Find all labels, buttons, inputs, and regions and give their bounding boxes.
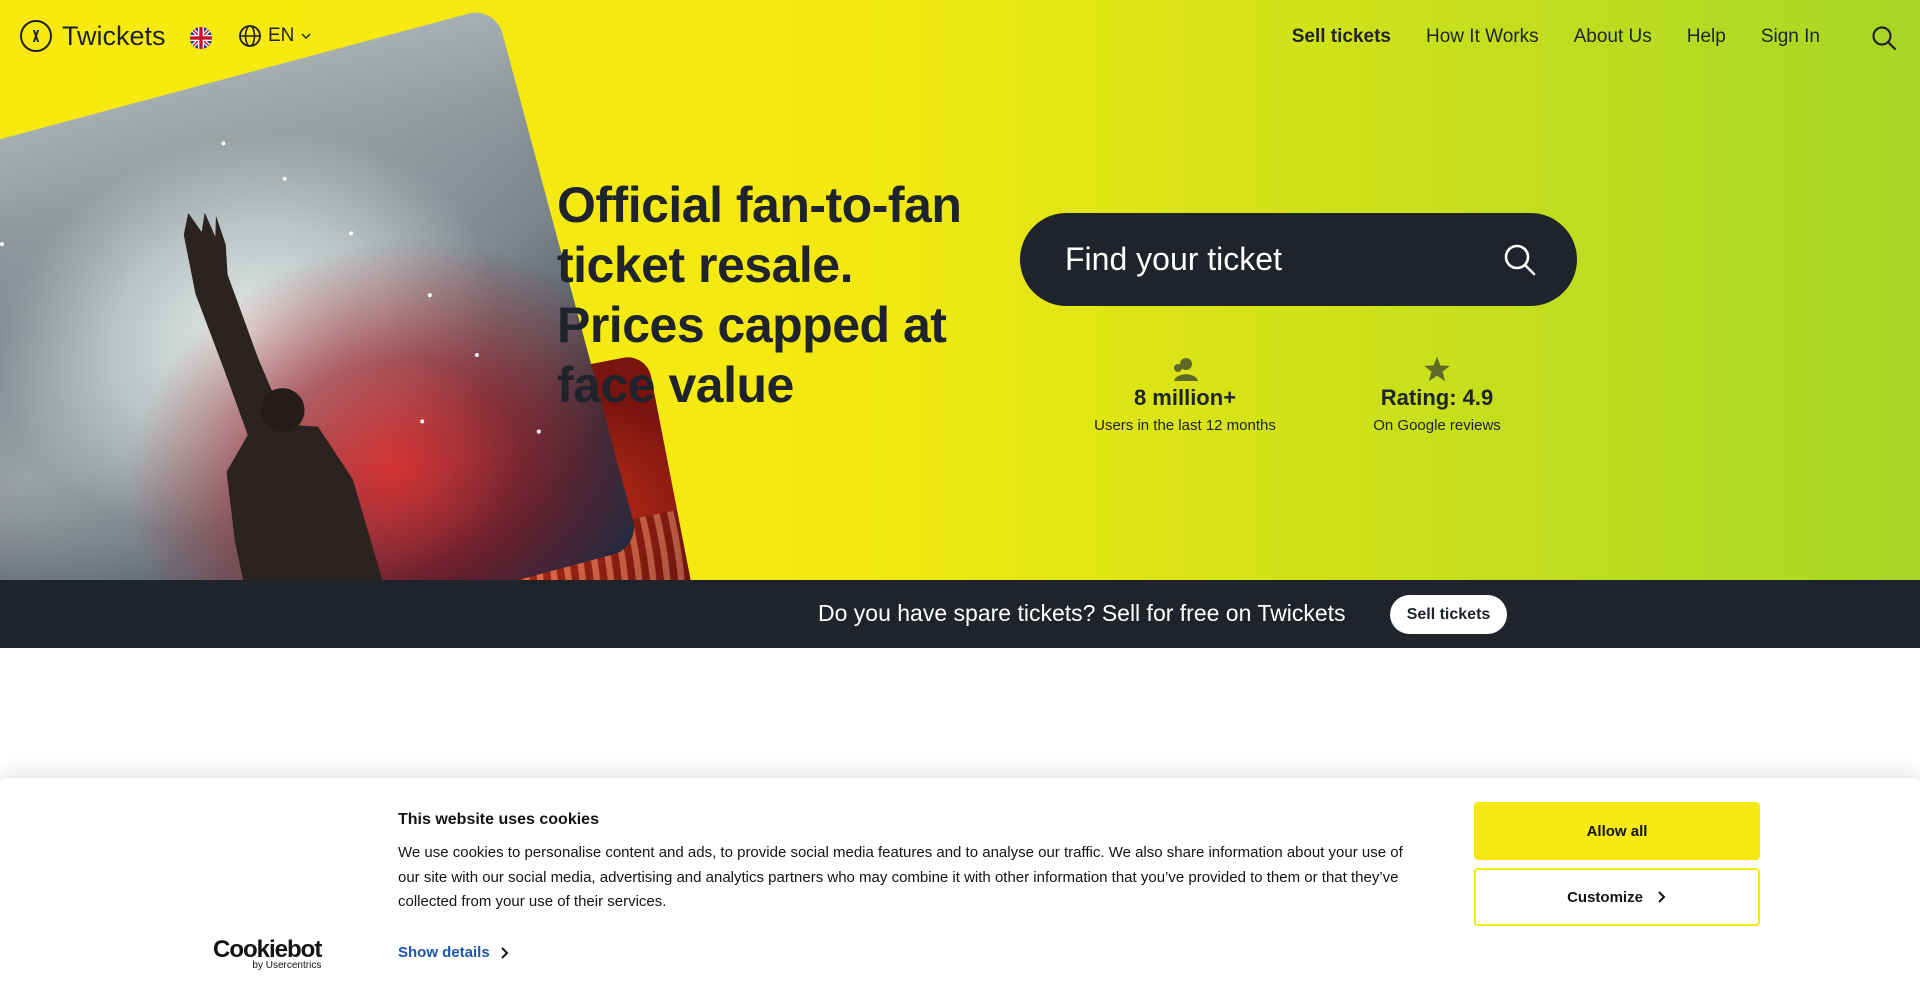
cookiebot-logo[interactable]: Cookiebot by Usercentrics — [213, 938, 322, 972]
stat-rating: Rating: 4.9 On Google reviews — [1352, 355, 1522, 434]
hero-headline: Official fan-to-fan ticket resale. Price… — [557, 177, 962, 413]
nav-sign-in[interactable]: Sign In — [1761, 26, 1820, 48]
star-icon — [1424, 356, 1450, 382]
language-label: EN — [268, 25, 295, 46]
hero-section: Official fan-to-fan ticket resale. Price… — [0, 0, 1920, 580]
promo-sell-tickets-button[interactable]: Sell tickets — [1390, 595, 1507, 634]
nav-help[interactable]: Help — [1687, 26, 1726, 48]
uk-flag-icon[interactable] — [190, 27, 212, 49]
cookie-title: This website uses cookies — [398, 811, 599, 828]
search-icon[interactable] — [1870, 24, 1898, 52]
allow-all-button[interactable]: Allow all — [1474, 802, 1760, 860]
nav-about-us[interactable]: About Us — [1574, 26, 1652, 48]
stat-users: 8 million+ Users in the last 12 months — [1090, 355, 1280, 434]
main-nav: Sell tickets How It Works About Us Help … — [1292, 26, 1820, 48]
promo-text: Do you have spare tickets? Sell for free… — [818, 600, 1346, 626]
cookie-banner: Cookiebot by Usercentrics This website u… — [0, 778, 1920, 993]
logo-icon — [20, 20, 52, 52]
users-icon — [1174, 358, 1198, 381]
customize-button[interactable]: Customize — [1474, 868, 1760, 926]
chevron-down-icon — [301, 33, 311, 39]
nav-how-it-works[interactable]: How It Works — [1426, 26, 1539, 48]
sell-promo-bar: Do you have spare tickets? Sell for free… — [0, 580, 1920, 648]
site-header: Twickets EN Sell tickets How It Works Ab… — [0, 0, 1920, 76]
twickets-logo[interactable]: Twickets — [20, 20, 166, 52]
globe-icon — [239, 25, 261, 47]
cookie-description: We use cookies to personalise content an… — [398, 844, 1403, 910]
language-selector[interactable]: EN — [238, 24, 312, 48]
ticket-search-input[interactable] — [1065, 213, 1485, 306]
show-details-link[interactable]: Show details — [398, 944, 510, 961]
singer-silhouette — [183, 212, 415, 580]
ticket-search-bar[interactable] — [1020, 213, 1577, 306]
nav-sell-tickets[interactable]: Sell tickets — [1292, 26, 1391, 48]
chevron-right-icon — [500, 946, 509, 959]
chevron-right-icon — [1658, 891, 1666, 903]
concert-singer-image — [0, 6, 641, 580]
search-icon[interactable] — [1503, 243, 1537, 277]
